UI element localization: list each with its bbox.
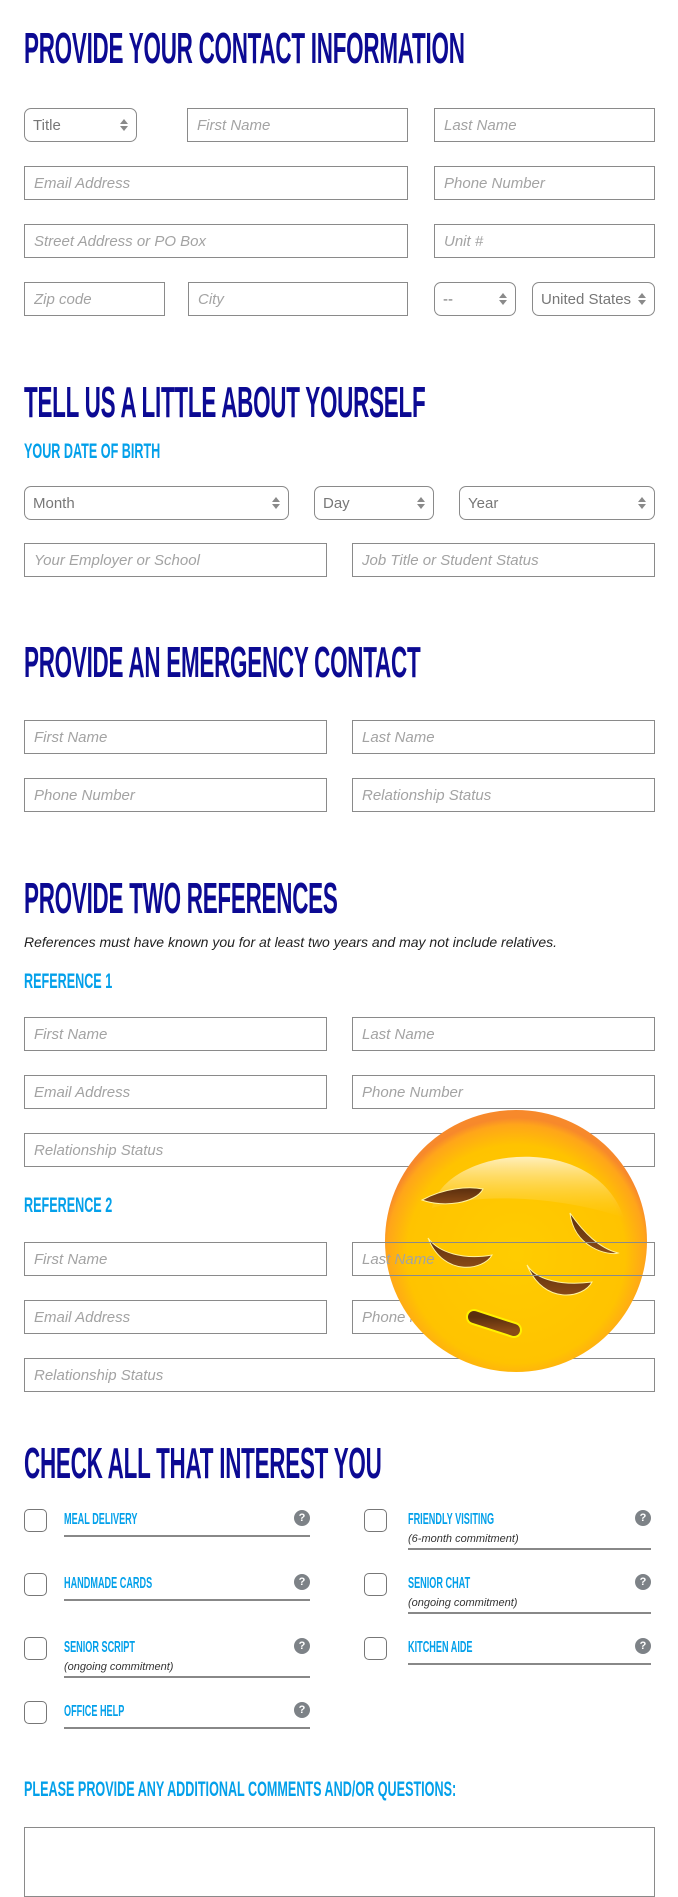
state-select-value: -- xyxy=(443,290,453,308)
option-sublabel: (6-month commitment) xyxy=(408,1533,519,1545)
option-label: SENIOR CHAT xyxy=(408,1575,471,1592)
last-name-input[interactable] xyxy=(434,108,655,142)
senior-script-checkbox[interactable] xyxy=(24,1637,47,1660)
dob-label: YOUR DATE OF BIRTH xyxy=(24,440,161,463)
help-icon[interactable]: ? xyxy=(635,1574,651,1590)
title-select-value: Title xyxy=(33,116,61,134)
ref2-first-name-input[interactable] xyxy=(24,1242,327,1276)
select-arrows-icon xyxy=(120,119,128,131)
city-input[interactable] xyxy=(188,282,408,316)
meal-delivery-checkbox[interactable] xyxy=(24,1509,47,1532)
day-select-value: Day xyxy=(323,494,350,512)
country-select-value: United States xyxy=(541,290,632,308)
help-icon[interactable]: ? xyxy=(635,1510,651,1526)
help-icon[interactable]: ? xyxy=(294,1638,310,1654)
option-label: MEAL DELIVERY xyxy=(64,1511,138,1528)
job-title-input[interactable] xyxy=(352,543,655,577)
option-kitchen-aide: KITCHEN AIDE ? xyxy=(408,1638,651,1665)
emergency-first-name-input[interactable] xyxy=(24,720,327,754)
month-select-value: Month xyxy=(33,494,75,512)
help-icon[interactable]: ? xyxy=(294,1574,310,1590)
option-label: KITCHEN AIDE xyxy=(408,1639,473,1656)
about-heading: TELL US A LITTLE ABOUT YOURSELF xyxy=(24,378,426,427)
select-arrows-icon xyxy=(272,497,280,509)
zip-input[interactable] xyxy=(24,282,165,316)
ref1-first-name-input[interactable] xyxy=(24,1017,327,1051)
employer-input[interactable] xyxy=(24,543,327,577)
office-help-checkbox[interactable] xyxy=(24,1701,47,1724)
references-note: References must have known you for at le… xyxy=(24,934,558,950)
friendly-visiting-checkbox[interactable] xyxy=(364,1509,387,1532)
ref2-last-name-input[interactable] xyxy=(352,1242,655,1276)
comments-label: PLEASE PROVIDE ANY ADDITIONAL COMMENTS A… xyxy=(24,1778,457,1801)
comments-textarea[interactable] xyxy=(24,1827,655,1897)
title-select[interactable]: Title xyxy=(24,108,137,142)
ref1-phone-input[interactable] xyxy=(352,1075,655,1109)
handmade-cards-checkbox[interactable] xyxy=(24,1573,47,1596)
street-input[interactable] xyxy=(24,224,408,258)
year-select-value: Year xyxy=(468,494,499,512)
option-sublabel: (ongoing commitment) xyxy=(64,1661,174,1673)
select-arrows-icon xyxy=(638,497,646,509)
option-friendly-visiting: FRIENDLY VISITING (6-month commitment) ? xyxy=(408,1510,651,1550)
ref1-last-name-input[interactable] xyxy=(352,1017,655,1051)
senior-chat-checkbox[interactable] xyxy=(364,1573,387,1596)
select-arrows-icon xyxy=(638,293,646,305)
emergency-last-name-input[interactable] xyxy=(352,720,655,754)
emergency-phone-input[interactable] xyxy=(24,778,327,812)
option-office-help: OFFICE HELP ? xyxy=(64,1702,310,1729)
option-label: FRIENDLY VISITING xyxy=(408,1511,495,1528)
day-select[interactable]: Day xyxy=(314,486,434,520)
help-icon[interactable]: ? xyxy=(294,1510,310,1526)
state-select[interactable]: -- xyxy=(434,282,516,316)
country-select[interactable]: United States xyxy=(532,282,655,316)
option-senior-chat: SENIOR CHAT (ongoing commitment) ? xyxy=(408,1574,651,1614)
email-input[interactable] xyxy=(24,166,408,200)
option-label: SENIOR SCRIPT xyxy=(64,1639,135,1656)
pensive-face-emoji-icon xyxy=(385,1110,647,1372)
interests-heading: CHECK ALL THAT INTEREST YOU xyxy=(24,1439,382,1488)
reference-1-label: REFERENCE 1 xyxy=(24,970,113,993)
option-sublabel: (ongoing commitment) xyxy=(408,1597,518,1609)
emergency-heading: PROVIDE AN EMERGENCY CONTACT xyxy=(24,638,421,687)
ref1-email-input[interactable] xyxy=(24,1075,327,1109)
first-name-input[interactable] xyxy=(187,108,408,142)
option-meal-delivery: MEAL DELIVERY ? xyxy=(64,1510,310,1537)
help-icon[interactable]: ? xyxy=(635,1638,651,1654)
contact-heading: PROVIDE YOUR CONTACT INFORMATION xyxy=(24,24,465,73)
option-handmade-cards: HANDMADE CARDS ? xyxy=(64,1574,310,1601)
option-label: OFFICE HELP xyxy=(64,1703,125,1720)
kitchen-aide-checkbox[interactable] xyxy=(364,1637,387,1660)
month-select[interactable]: Month xyxy=(24,486,289,520)
option-label: HANDMADE CARDS xyxy=(64,1575,153,1592)
reference-2-label: REFERENCE 2 xyxy=(24,1194,113,1217)
select-arrows-icon xyxy=(417,497,425,509)
emergency-relationship-input[interactable] xyxy=(352,778,655,812)
option-senior-script: SENIOR SCRIPT (ongoing commitment) ? xyxy=(64,1638,310,1678)
year-select[interactable]: Year xyxy=(459,486,655,520)
phone-input[interactable] xyxy=(434,166,655,200)
select-arrows-icon xyxy=(499,293,507,305)
help-icon[interactable]: ? xyxy=(294,1702,310,1718)
references-heading: PROVIDE TWO REFERENCES xyxy=(24,874,338,923)
unit-input[interactable] xyxy=(434,224,655,258)
ref2-email-input[interactable] xyxy=(24,1300,327,1334)
